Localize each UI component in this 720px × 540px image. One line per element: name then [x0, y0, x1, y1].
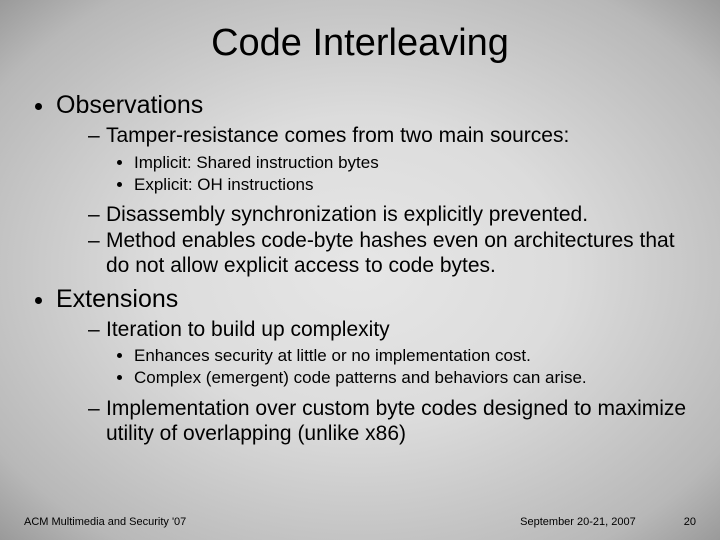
- bullet-item: Tamper-resistance comes from two main so…: [88, 124, 692, 195]
- bullet-item: Iteration to build up complexity Enhance…: [88, 318, 692, 389]
- sub-bullet: Enhances security at little or no implem…: [134, 346, 692, 367]
- section-observations: Observations Tamper-resistance comes fro…: [56, 91, 692, 279]
- sub-bullet: Implicit: Shared instruction bytes: [134, 153, 692, 174]
- bullet-text: Disassembly synchronization is explicitl…: [106, 203, 588, 226]
- sub-bullet: Explicit: OH instructions: [134, 175, 692, 196]
- slide-title: Code Interleaving: [28, 22, 692, 65]
- bullet-item: Method enables code-byte hashes even on …: [88, 229, 692, 279]
- slide: Code Interleaving Observations Tamper-re…: [0, 0, 720, 540]
- footer-left: ACM Multimedia and Security '07: [24, 516, 186, 528]
- footer: ACM Multimedia and Security '07 Septembe…: [24, 516, 696, 528]
- sub-list: Implicit: Shared instruction bytes Expli…: [106, 153, 692, 195]
- bullet-item: Disassembly synchronization is explicitl…: [88, 203, 692, 228]
- section-label: Observations: [56, 91, 203, 119]
- sub-list: Enhances security at little or no implem…: [106, 346, 692, 388]
- observations-items: Tamper-resistance comes from two main so…: [56, 124, 692, 279]
- footer-date: September 20-21, 2007: [520, 516, 636, 528]
- page-number: 20: [684, 516, 696, 528]
- bullet-item: Implementation over custom byte codes de…: [88, 397, 692, 447]
- bullet-text: Method enables code-byte hashes even on …: [106, 229, 675, 277]
- section-label: Extensions: [56, 285, 178, 313]
- section-extensions: Extensions Iteration to build up complex…: [56, 285, 692, 447]
- bullet-text: Tamper-resistance comes from two main so…: [106, 124, 569, 147]
- sub-bullet: Complex (emergent) code patterns and beh…: [134, 368, 692, 389]
- bullet-text: Implementation over custom byte codes de…: [106, 397, 686, 445]
- bullet-text: Iteration to build up complexity: [106, 318, 390, 341]
- extensions-items: Iteration to build up complexity Enhance…: [56, 318, 692, 447]
- content-list: Observations Tamper-resistance comes fro…: [28, 91, 692, 446]
